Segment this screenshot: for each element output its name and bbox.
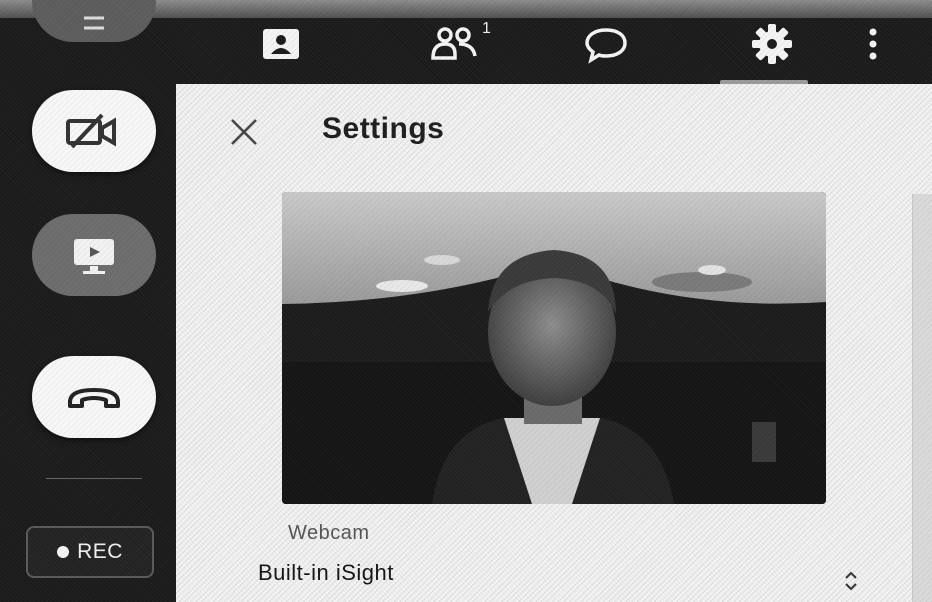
camera-off-icon [66,113,116,149]
close-icon [231,119,257,145]
screen-share-icon [74,239,114,274]
adjacent-panel-edge [912,194,932,602]
participants-count-badge: 1 [482,20,491,37]
menu-button[interactable] [32,0,156,42]
settings-gear-icon [752,24,792,64]
webcam-label: Webcam [288,522,370,544]
record-button[interactable]: REC [26,526,154,578]
left-rail: REC [0,0,176,602]
more-vertical-icon [869,28,877,60]
settings-panel: Settings Webcam Built-in iSight [176,84,932,602]
close-settings-button[interactable] [226,114,262,150]
screen-share-button[interactable] [32,214,156,296]
contact-tab[interactable] [256,18,306,70]
participants-tab[interactable]: 1 [420,18,491,70]
webcam-select-toggle[interactable] [842,568,860,594]
settings-title: Settings [322,112,445,145]
hang-up-icon [68,388,120,408]
chat-icon [585,28,627,64]
webcam-preview-image [282,192,826,504]
camera-toggle-button[interactable] [32,90,156,172]
settings-tab[interactable] [740,18,804,70]
menu-icon [84,16,104,30]
chat-tab[interactable] [576,18,636,70]
participants-icon [431,27,477,60]
webcam-select[interactable]: Built-in iSight [258,560,394,586]
record-label: REC [77,540,123,563]
hang-up-button[interactable] [32,356,156,438]
chevron-up-down-icon [845,571,857,591]
record-dot-icon [57,546,70,558]
rail-divider [46,478,142,479]
more-menu[interactable] [858,18,888,70]
contact-card-icon [263,29,299,59]
webcam-preview [282,192,826,504]
